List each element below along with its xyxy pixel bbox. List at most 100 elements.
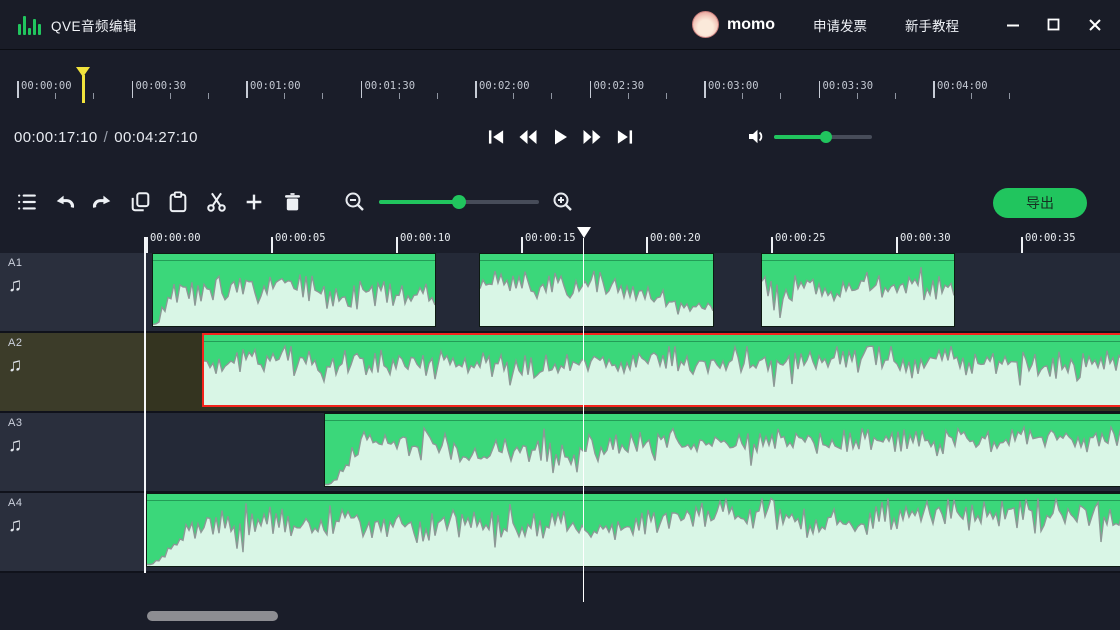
track-lane-a1[interactable] — [145, 253, 1120, 331]
undo-button[interactable] — [52, 189, 76, 215]
track-lane-a3[interactable] — [145, 413, 1120, 491]
timeline-tick-label: 00:00:05 — [275, 232, 326, 244]
paste-button[interactable] — [166, 189, 190, 215]
timeline-tick-label: 00:00:10 — [400, 232, 451, 244]
zoom-controls — [344, 191, 574, 213]
add-button[interactable] — [242, 189, 266, 215]
fast-forward-icon — [583, 129, 601, 145]
track-lane-a2[interactable] — [145, 333, 1120, 411]
zoom-in-icon[interactable] — [552, 191, 574, 213]
track-lane-a4[interactable] — [145, 493, 1120, 571]
music-note-icon: ♫ — [8, 436, 145, 455]
zoom-out-icon[interactable] — [344, 191, 366, 213]
speaker-icon[interactable] — [748, 128, 765, 145]
title-bar: QVE音频编辑 momo 申请发票 新手教程 — [0, 0, 1120, 50]
copy-button[interactable] — [128, 189, 152, 215]
overview-tick-label: 00:01:00 — [250, 80, 301, 92]
overview-tick-label: 00:02:30 — [594, 80, 645, 92]
delete-button[interactable] — [280, 189, 304, 215]
skip-to-start-icon — [488, 129, 505, 145]
volume-slider-thumb[interactable] — [820, 131, 832, 143]
timeline-tick-label: 00:00:35 — [1025, 232, 1076, 244]
overview-tick — [246, 81, 248, 98]
maximize-button[interactable] — [1046, 17, 1061, 32]
audio-clip-a3-1[interactable] — [324, 413, 1120, 487]
track-list-button[interactable] — [14, 189, 38, 215]
menu-beginner-tutorial[interactable]: 新手教程 — [905, 15, 959, 35]
paste-icon — [167, 191, 189, 213]
timeline-tick-label: 00:00:30 — [900, 232, 951, 244]
volume-slider[interactable] — [774, 135, 872, 139]
user-avatar[interactable] — [692, 11, 719, 38]
track-label: A1 — [8, 257, 145, 269]
menu-request-invoice[interactable]: 申请发票 — [813, 15, 867, 35]
skip-to-start-button[interactable] — [487, 129, 505, 145]
rewind-button[interactable] — [519, 129, 537, 145]
close-button[interactable] — [1087, 17, 1102, 32]
overview-tick — [17, 81, 19, 98]
waveform — [325, 416, 1120, 486]
redo-button[interactable] — [90, 189, 114, 215]
app-logo-waveform-icon — [18, 15, 41, 35]
music-note-icon: ♫ — [8, 276, 145, 295]
user-name[interactable]: momo — [727, 16, 775, 34]
overview-tick — [704, 81, 706, 98]
overview-tick-label: 00:00:30 — [136, 80, 187, 92]
track-header-a4[interactable]: A4♫ — [0, 493, 145, 571]
timeline-tick-label: 00:00:25 — [775, 232, 826, 244]
waveform — [480, 256, 713, 326]
overview-tick-label: 00:03:00 — [708, 80, 759, 92]
horizontal-scrollbar-thumb[interactable] — [147, 611, 278, 621]
play-button[interactable] — [551, 129, 569, 145]
timeline-ruler[interactable]: 00:00:0000:00:0500:00:1000:00:1500:00:20… — [0, 228, 1120, 253]
overview-minor-tick — [93, 93, 94, 99]
minimize-icon — [1006, 18, 1020, 32]
fast-forward-button[interactable] — [583, 129, 601, 145]
header-timeline-divider — [144, 237, 146, 573]
zoom-slider[interactable] — [379, 200, 539, 204]
overview-minor-tick — [55, 93, 56, 99]
track-row-a1: A1 ♫ — [0, 253, 1120, 333]
minimize-button[interactable] — [1005, 17, 1020, 32]
skip-to-end-button[interactable] — [615, 129, 633, 145]
overview-minor-tick — [666, 93, 667, 99]
track-header-a2[interactable]: A2♫ — [0, 333, 145, 411]
zoom-slider-thumb[interactable] — [452, 195, 466, 209]
time-separator: / — [104, 129, 109, 146]
cut-button[interactable] — [204, 189, 228, 215]
track-header-a3[interactable]: A3♫ — [0, 413, 145, 491]
undo-icon — [53, 191, 76, 213]
timeline-tick — [771, 237, 773, 253]
audio-clip-a1-1[interactable] — [152, 253, 436, 327]
track-header-a1[interactable]: A1 ♫ — [0, 253, 145, 331]
track-label: A4 — [8, 497, 145, 509]
waveform — [204, 335, 1120, 405]
timeline-tick — [146, 237, 148, 253]
overview-minor-tick — [628, 93, 629, 99]
current-time: 00:00:17:10 — [14, 129, 98, 146]
track-row-a3: A3♫ — [0, 413, 1120, 493]
overview-tick — [819, 81, 821, 98]
app-window: QVE音频编辑 momo 申请发票 新手教程 00:00:0000:00:300… — [0, 0, 1120, 630]
app-title: QVE音频编辑 — [51, 15, 137, 35]
timeline-tick-label: 00:00:15 — [525, 232, 576, 244]
waveform — [762, 256, 954, 326]
audio-clip-a1-3[interactable] — [761, 253, 955, 327]
total-time: 00:04:27:10 — [114, 129, 198, 146]
play-icon — [553, 129, 568, 145]
overview-tick-label: 00:04:00 — [937, 80, 988, 92]
audio-clip-a4-1[interactable] — [146, 493, 1120, 567]
export-button[interactable]: 导出 — [993, 188, 1087, 218]
rewind-icon — [519, 129, 537, 145]
overview-tick — [132, 81, 134, 98]
audio-clip-a1-2[interactable] — [479, 253, 714, 327]
playhead-handle[interactable] — [577, 227, 591, 238]
overview-minor-tick — [322, 93, 323, 99]
copy-icon — [129, 191, 152, 213]
audio-clip-a2-1[interactable] — [202, 333, 1120, 407]
overview-minor-tick — [895, 93, 896, 99]
overview-minor-tick — [170, 93, 171, 99]
tracks-area: A1♫A2♫A3♫A4♫ — [0, 253, 1120, 573]
overview-ruler[interactable]: 00:00:0000:00:3000:01:0000:01:3000:02:00… — [0, 60, 1120, 110]
overview-tick — [933, 81, 935, 98]
